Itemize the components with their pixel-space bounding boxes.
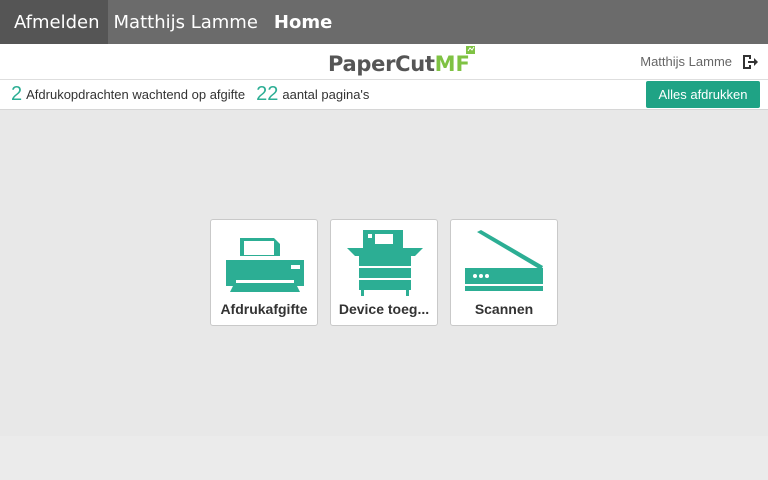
copier-icon	[347, 230, 423, 296]
jobs-text: Afdrukopdrachten wachtend op afgifte	[26, 87, 246, 102]
status-bar: 2 Afdrukopdrachten wachtend op afgifte 2…	[0, 80, 768, 110]
logout-button[interactable]: Afmelden	[0, 0, 108, 44]
tile-label: Device toeg...	[338, 301, 430, 317]
pages-text: aantal pagina's	[282, 87, 370, 102]
print-all-button[interactable]: Alles afdrukken	[646, 81, 760, 108]
tile-print-release[interactable]: Afdrukafgifte	[210, 219, 318, 326]
printer-icon	[226, 238, 304, 292]
jobs-count: 2	[11, 83, 23, 105]
tile-label: Scannen	[474, 301, 534, 317]
user-name-label: Matthijs Lamme	[113, 11, 258, 33]
exit-icon[interactable]	[740, 52, 760, 72]
papercut-logo: PaperCut MF	[328, 46, 475, 76]
scanner-icon	[465, 230, 543, 291]
main-area: Afdrukafgifte Device toeg... Scannen	[0, 111, 768, 436]
tile-scan[interactable]: Scannen	[450, 219, 558, 326]
logo-paper-text: PaperCut	[328, 52, 435, 76]
pages-count: 22	[256, 83, 279, 105]
logo-flag-icon	[465, 46, 475, 54]
user-name-right: Matthijs Lamme	[640, 54, 732, 69]
top-nav-bar: Afmelden Matthijs Lamme Home	[0, 0, 768, 44]
home-link[interactable]: Home	[268, 0, 338, 44]
brand-bar: PaperCut MF Matthijs Lamme	[0, 44, 768, 80]
tile-device-access[interactable]: Device toeg...	[330, 219, 438, 326]
footer-bar	[0, 436, 768, 480]
logo-mf-text: MF	[434, 52, 470, 76]
tile-label: Afdrukafgifte	[220, 301, 308, 317]
